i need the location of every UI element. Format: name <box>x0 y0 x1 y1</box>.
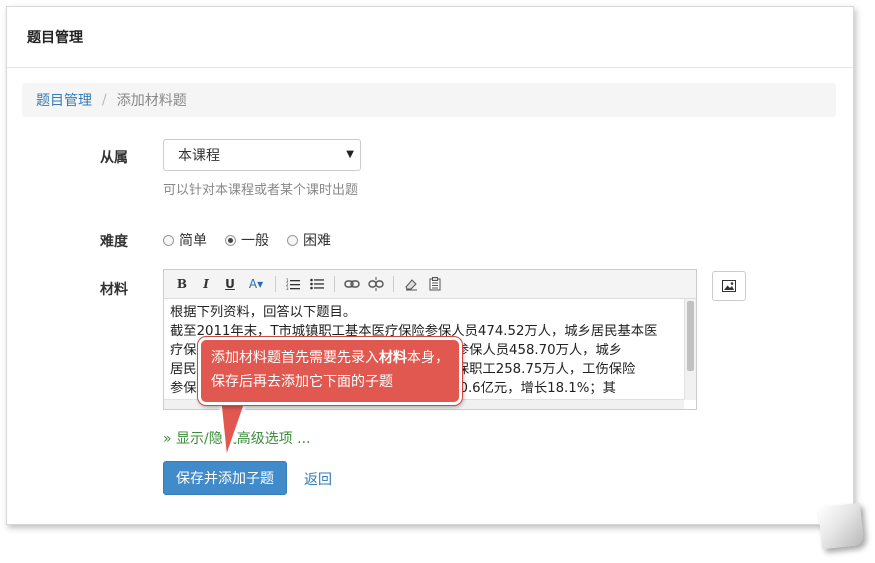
belong-select-value: 本课程 <box>178 148 220 164</box>
insert-image-button[interactable] <box>712 271 746 301</box>
unlink-icon[interactable] <box>366 274 386 294</box>
difficulty-radio-hard[interactable]: 困难 <box>287 230 331 250</box>
radio-circle-checked-icon[interactable] <box>225 234 236 246</box>
back-link[interactable]: 返回 <box>304 469 332 489</box>
eraser-icon[interactable] <box>401 274 421 294</box>
difficulty-radio-normal[interactable]: 一般 <box>225 230 269 250</box>
bold-button[interactable]: B <box>172 274 192 294</box>
scrollbar-thumb[interactable] <box>687 301 694 371</box>
tip-callout: 添加材料题首先需要先录入材料本身，保存后再去添加它下面的子题 <box>198 337 462 405</box>
callout-pointer <box>218 402 248 461</box>
paste-icon[interactable] <box>425 274 445 294</box>
difficulty-radio-group: 简单 一般 困难 <box>163 230 331 250</box>
editor-toolbar: B I U A▾ 123 <box>164 270 696 299</box>
radio-circle-icon[interactable] <box>163 234 174 246</box>
material-label: 材料 <box>100 282 128 298</box>
svg-text:3: 3 <box>286 286 289 290</box>
unordered-list-icon[interactable] <box>307 274 327 294</box>
difficulty-option-label: 简单 <box>179 233 207 249</box>
toolbar-divider <box>334 276 335 292</box>
difficulty-option-label: 一般 <box>241 233 269 249</box>
question-management-panel: 题目管理 题目管理 / 添加材料题 从属 本课程 ▼ 可以针对本课程或者某个课时… <box>6 6 854 525</box>
belong-label: 从属 <box>100 150 128 166</box>
belong-help-text: 可以针对本课程或者某个课时出题 <box>163 183 359 198</box>
link-icon[interactable] <box>342 274 362 294</box>
radio-circle-icon[interactable] <box>287 234 298 246</box>
difficulty-label: 难度 <box>100 234 128 250</box>
breadcrumb-current: 添加材料题 <box>116 93 187 109</box>
difficulty-radio-easy[interactable]: 简单 <box>163 230 207 250</box>
toolbar-divider <box>275 276 276 292</box>
belong-select[interactable]: 本课程 ▼ <box>163 139 361 171</box>
breadcrumb: 题目管理 / 添加材料题 <box>22 83 836 117</box>
font-color-button[interactable]: A▾ <box>244 274 268 294</box>
toolbar-divider <box>393 276 394 292</box>
image-icon <box>722 280 736 292</box>
breadcrumb-separator: / <box>102 92 107 108</box>
italic-button[interactable]: I <box>196 274 216 294</box>
panel-title: 题目管理 <box>7 7 853 68</box>
save-and-add-subquestion-button[interactable]: 保存并添加子题 <box>163 461 287 495</box>
caret-down-icon: ▼ <box>346 149 354 160</box>
breadcrumb-root-link[interactable]: 题目管理 <box>36 90 92 110</box>
material-line: 根据下列资料，回答以下题目。 <box>170 305 357 320</box>
difficulty-option-label: 困难 <box>303 233 331 249</box>
callout-emphasis: 材料 <box>379 350 407 366</box>
ordered-list-icon[interactable]: 123 <box>283 274 303 294</box>
underline-button[interactable]: U <box>220 274 240 294</box>
page-curl-decoration <box>817 502 865 550</box>
callout-text: 添加材料题首先需要先录入 <box>211 350 379 366</box>
editor-vertical-scrollbar[interactable] <box>684 299 696 400</box>
